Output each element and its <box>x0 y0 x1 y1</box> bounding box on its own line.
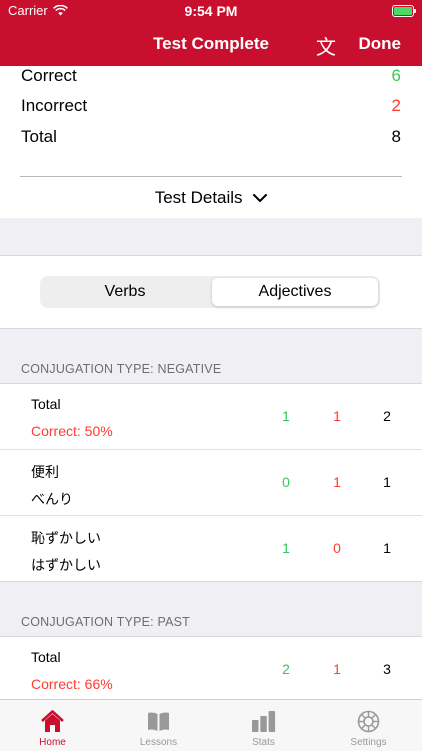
row-total-count: 1 <box>383 474 391 490</box>
row-correct-count: 0 <box>282 474 290 490</box>
row-title: Total <box>31 396 61 412</box>
nav-header: Carrier 9:54 PM Test Complete 文 Done <box>0 0 422 66</box>
row-total-count: 3 <box>383 661 391 677</box>
tab-settings-label: Settings <box>350 737 387 748</box>
past-table: Total Correct: 66% 2 1 3 <box>0 636 422 703</box>
section-header-past: CONJUGATION TYPE: PAST <box>21 615 191 629</box>
total-label: Total <box>21 127 57 146</box>
verbs-adjectives-segmented-control: Verbs Adjectives <box>40 276 380 308</box>
correct-label: Correct <box>21 66 77 85</box>
tab-stats[interactable]: Stats <box>211 700 316 751</box>
table-row: 便利 べんり 0 1 1 <box>0 450 422 516</box>
bar-chart-icon <box>252 711 276 732</box>
row-total-count: 2 <box>383 408 391 424</box>
battery-icon <box>392 5 416 17</box>
table-row: Total Correct: 50% 1 1 2 <box>0 384 422 450</box>
summary-incorrect-row: Incorrect 2 <box>21 96 401 118</box>
status-bar: Carrier 9:54 PM <box>0 0 422 22</box>
gear-icon <box>357 710 380 733</box>
row-correct-count: 1 <box>282 540 290 556</box>
row-correct-count: 1 <box>282 408 290 424</box>
segment-container: Verbs Adjectives <box>0 255 422 329</box>
summary-divider <box>20 176 402 177</box>
segment-adjectives[interactable]: Adjectives <box>212 278 378 306</box>
table-row: 恥ずかしい はずかしい 1 0 1 <box>0 516 422 581</box>
incorrect-label: Incorrect <box>21 96 88 115</box>
done-button[interactable]: Done <box>359 34 402 54</box>
row-subtitle: Correct: 50% <box>31 423 113 439</box>
row-correct-count: 2 <box>282 661 290 677</box>
summary-correct-row: Correct 6 <box>21 66 401 88</box>
tab-lessons-label: Lessons <box>139 737 178 748</box>
row-subtitle: はずかしい <box>31 557 101 573</box>
row-incorrect-count: 1 <box>333 661 341 677</box>
tab-lessons[interactable]: Lessons <box>106 700 211 751</box>
tab-stats-label: Stats <box>252 737 275 748</box>
row-title: Total <box>31 649 61 665</box>
tab-home[interactable]: Home <box>0 700 105 751</box>
status-time: 9:54 PM <box>184 3 238 19</box>
incorrect-value: 2 <box>391 96 401 115</box>
book-icon <box>148 712 169 731</box>
chevron-down-icon <box>253 194 268 203</box>
negative-table: Total Correct: 50% 1 1 2 便利 べんり 0 1 1 恥ず… <box>0 383 422 582</box>
row-incorrect-count: 1 <box>333 474 341 490</box>
translate-button[interactable]: 文 <box>316 31 336 60</box>
row-subtitle: べんり <box>31 491 73 507</box>
tab-bar: Home Lessons Stats Settings <box>0 699 422 751</box>
row-title: 恥ずかしい <box>31 530 101 546</box>
section-header-negative: CONJUGATION TYPE: NEGATIVE <box>21 362 222 376</box>
row-title: 便利 <box>31 464 59 480</box>
summary-total-row: Total 8 <box>21 127 401 149</box>
row-incorrect-count: 0 <box>333 540 341 556</box>
tab-home-label: Home <box>39 737 66 748</box>
row-total-count: 1 <box>383 540 391 556</box>
total-value: 8 <box>391 127 401 146</box>
correct-value: 6 <box>391 66 401 85</box>
row-incorrect-count: 1 <box>333 408 341 424</box>
row-subtitle: Correct: 66% <box>31 676 113 692</box>
segment-verbs[interactable]: Verbs <box>42 278 208 306</box>
summary-panel: Correct 6 Incorrect 2 Total 8 Test Detai… <box>0 66 422 218</box>
test-details-toggle[interactable]: Test Details <box>0 188 422 208</box>
home-icon <box>41 710 64 732</box>
tab-settings[interactable]: Settings <box>316 700 421 751</box>
table-row: Total Correct: 66% 2 1 3 <box>0 637 422 702</box>
test-details-label: Test Details <box>154 188 243 207</box>
